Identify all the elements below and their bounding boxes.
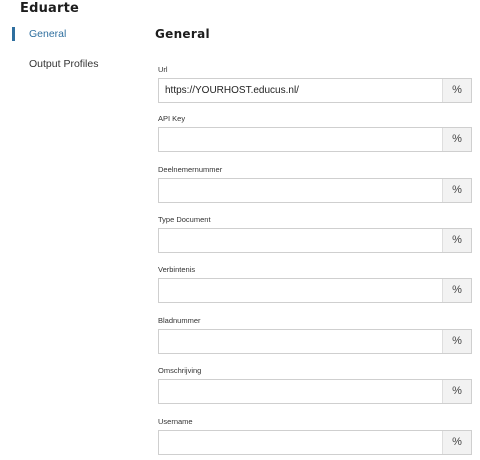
- sidebar-item-label: General: [29, 28, 67, 40]
- field-label: Verbintenis: [158, 265, 196, 274]
- field-box: %: [158, 178, 472, 203]
- active-indicator: [12, 27, 15, 41]
- bladnummer-input[interactable]: [159, 330, 443, 353]
- field-label: Bladnummer: [158, 316, 201, 325]
- variable-button[interactable]: %: [442, 431, 471, 454]
- field-box: %: [158, 278, 472, 303]
- type-document-input[interactable]: [159, 229, 443, 252]
- omschrijving-input[interactable]: [159, 380, 443, 403]
- variable-button[interactable]: %: [442, 128, 471, 151]
- field-label: Type Document: [158, 215, 211, 224]
- field-box: %: [158, 228, 472, 253]
- field-box: %: [158, 127, 472, 152]
- section-title: General: [155, 27, 210, 41]
- verbintenis-input[interactable]: [159, 279, 443, 302]
- field-box: %: [158, 78, 472, 103]
- variable-button[interactable]: %: [442, 330, 471, 353]
- variable-button[interactable]: %: [442, 229, 471, 252]
- deelnemernummer-input[interactable]: [159, 179, 443, 202]
- sidebar-item-output-profiles[interactable]: Output Profiles: [0, 54, 140, 74]
- field-label: Url: [158, 65, 168, 74]
- sidebar-item-general[interactable]: General: [0, 24, 140, 44]
- field-box: %: [158, 430, 472, 455]
- field-box: %: [158, 329, 472, 354]
- field-label: Username: [158, 417, 193, 426]
- variable-button[interactable]: %: [442, 279, 471, 302]
- api-key-input[interactable]: [159, 128, 443, 151]
- field-label: Deelnemernummer: [158, 165, 223, 174]
- username-input[interactable]: [159, 431, 443, 454]
- field-box: %: [158, 379, 472, 404]
- field-label: Omschrijving: [158, 366, 202, 375]
- variable-button[interactable]: %: [442, 380, 471, 403]
- app-title: Eduarte: [20, 1, 80, 16]
- variable-button[interactable]: %: [442, 79, 471, 102]
- url-input[interactable]: [159, 79, 443, 102]
- variable-button[interactable]: %: [442, 179, 471, 202]
- field-label: API Key: [158, 114, 186, 123]
- sidebar-item-label: Output Profiles: [29, 58, 99, 70]
